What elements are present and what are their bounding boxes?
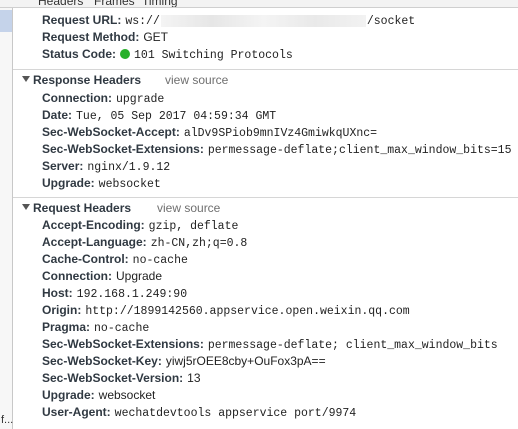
header-row: Date: Tue, 05 Sep 2017 04:59:34 GMT [42, 107, 276, 124]
header-row: Host: 192.168.1.249:90 [42, 285, 187, 302]
header-value[interactable]: alDv9SPiob9mnIVz4GmiwkqUXnc= [184, 127, 377, 140]
header-row: Connection: upgrade [42, 90, 164, 107]
section-title: Request Headers [33, 201, 132, 215]
url-suffix: /socket [366, 15, 416, 28]
tab-timing[interactable]: Timing [142, 0, 178, 7]
redacted-host [160, 14, 366, 27]
header-value[interactable]: GET [143, 30, 168, 44]
url-prefix: ws:// [125, 15, 160, 28]
header-key: Sec-WebSocket-Accept: [42, 125, 180, 139]
header-value[interactable]: gzip, deflate [149, 220, 239, 233]
header-key: Upgrade: [42, 176, 95, 190]
header-row: Accept-Language: zh-CN,zh;q=0.8 [42, 234, 247, 251]
selected-request-row[interactable] [0, 10, 12, 32]
general-row-status-code: Status Code: 101 Switching Protocols [42, 46, 293, 63]
header-row: Sec-WebSocket-Extensions: permessage-defl… [42, 336, 498, 353]
header-value[interactable]: 13 [187, 371, 200, 385]
expand-triangle-icon[interactable] [22, 204, 30, 210]
header-value[interactable]: zh-CN,zh;q=0.8 [151, 237, 248, 250]
header-key: Sec-WebSocket-Version: [42, 371, 184, 385]
header-row: Cache-Control: no-cache [42, 251, 188, 268]
tab-headers[interactable]: Headers [38, 0, 83, 7]
headers-panel: Request URL: ws:// /socket Request Method:… [13, 8, 518, 429]
header-key: Accept-Encoding: [42, 218, 145, 232]
header-row: Upgrade: websocket [42, 387, 155, 404]
expand-triangle-icon[interactable] [22, 76, 30, 82]
request-list-item-fragment[interactable]: f... [1, 414, 13, 426]
header-value[interactable]: yiwj5rOEE8cby+OuFox3pA== [166, 354, 326, 368]
header-value[interactable]: nginx/1.9.12 [87, 161, 170, 174]
header-key: User-Agent: [42, 405, 111, 419]
header-key: Connection: [42, 269, 112, 283]
general-row-request-method: Request Method: GET [42, 29, 168, 46]
header-key: Sec-WebSocket-Extensions: [42, 337, 204, 351]
header-value[interactable]: upgrade [116, 93, 164, 106]
header-row: Upgrade: websocket [42, 175, 161, 192]
header-key: Server: [42, 159, 84, 173]
devtools-tab-bar: Headers Frames Timing [0, 0, 518, 8]
header-row: Sec-WebSocket-Extensions: permessage-defl… [42, 141, 511, 158]
header-row: Pragma: no-cache [42, 319, 149, 336]
response-headers-section-header[interactable]: Response Headers view source [13, 69, 518, 88]
header-value[interactable]: ws:// /socket [125, 14, 416, 28]
header-value[interactable]: permessage-deflate; client_max_window_bi… [208, 339, 498, 352]
header-key: Connection: [42, 91, 112, 105]
header-value[interactable]: no-cache [133, 254, 188, 267]
header-value[interactable]: no-cache [94, 322, 149, 335]
header-row: Accept-Encoding: gzip, deflate [42, 217, 238, 234]
header-row: Origin: http://1899142560.appservice.open… [42, 302, 410, 319]
header-key: Date: [42, 108, 73, 122]
header-value[interactable]: Tue, 05 Sep 2017 04:59:34 GMT [76, 110, 276, 123]
section-title: Response Headers [33, 73, 142, 87]
header-key: Origin: [42, 303, 82, 317]
header-key: Sec-WebSocket-Extensions: [42, 142, 204, 156]
request-list-pane: f... [0, 8, 13, 429]
header-row: Sec-WebSocket-Accept: alDv9SPiob9mnIVz4Gm… [42, 124, 377, 141]
header-key: Request Method: [42, 30, 140, 44]
header-row: Sec-WebSocket-Version: 13 [42, 370, 201, 387]
header-row: Server: nginx/1.9.12 [42, 158, 170, 175]
header-value[interactable]: 101 Switching Protocols [134, 49, 293, 62]
general-row-request-url: Request URL: ws:// /socket [42, 12, 415, 29]
header-row: Sec-WebSocket-Key: yiwj5rOEE8cby+OuFox3pA… [42, 353, 326, 370]
tab-frames[interactable]: Frames [94, 0, 135, 7]
view-source-link[interactable]: view source [165, 71, 228, 89]
request-headers-section-header[interactable]: Request Headers view source [13, 197, 518, 216]
status-indicator-icon [120, 49, 131, 59]
header-row: User-Agent: wechatdevtools appservice por… [42, 404, 356, 421]
view-source-link[interactable]: view source [157, 199, 220, 217]
header-value[interactable]: wechatdevtools appservice port/9974 [115, 407, 357, 420]
header-key: Pragma: [42, 320, 91, 334]
header-key: Cache-Control: [42, 252, 129, 266]
header-value[interactable]: permessage-deflate;client_max_window_bit… [208, 144, 512, 157]
header-value[interactable]: websocket [99, 388, 156, 402]
header-value[interactable]: Upgrade [116, 269, 162, 283]
header-key: Status Code: [42, 47, 117, 61]
header-value[interactable]: websocket [99, 178, 161, 191]
header-key: Host: [42, 286, 73, 300]
header-value[interactable]: http://1899142560.appservice.open.weixin… [85, 305, 409, 318]
header-row: Connection: Upgrade [42, 268, 162, 285]
header-key: Accept-Language: [42, 235, 147, 249]
header-key: Request URL: [42, 13, 122, 27]
header-key: Sec-WebSocket-Key: [42, 354, 162, 368]
header-key: Upgrade: [42, 388, 95, 402]
header-value[interactable]: 192.168.1.249:90 [77, 288, 187, 301]
